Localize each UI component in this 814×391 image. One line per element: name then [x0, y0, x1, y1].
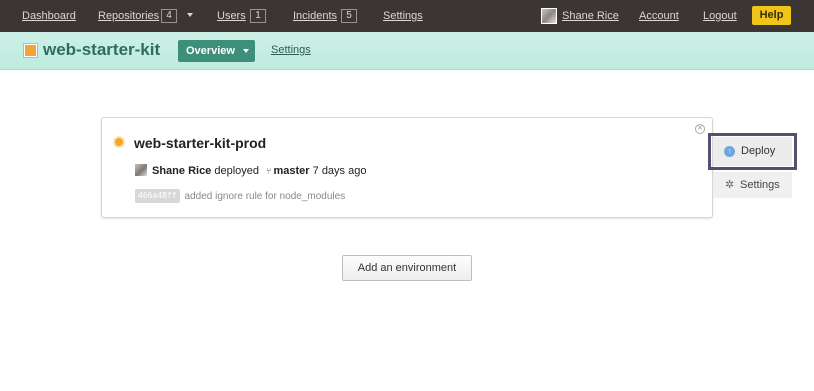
deployer-name: Shane Rice	[152, 165, 212, 177]
close-icon[interactable]: ✕	[695, 124, 705, 134]
nav-repositories-link[interactable]: Repositories	[98, 10, 159, 22]
nav-dashboard-link[interactable]: Dashboard	[22, 10, 76, 22]
deploy-button-label: Deploy	[741, 145, 776, 157]
help-button[interactable]: Help	[752, 6, 791, 25]
user-name-link[interactable]: Shane Rice	[562, 10, 619, 22]
overview-tab-button[interactable]: Overview	[178, 40, 255, 62]
repositories-dropdown-caret-icon[interactable]	[187, 13, 193, 17]
environment-settings-button[interactable]: ✲ Settings	[713, 172, 792, 198]
nav-settings-link[interactable]: Settings	[383, 10, 423, 22]
add-environment-button[interactable]: Add an environment	[342, 255, 472, 281]
deploy-button[interactable]: ↑ Deploy	[713, 137, 792, 166]
environment-status-icon	[115, 138, 123, 146]
deployer-avatar	[135, 164, 147, 176]
overview-tab-label: Overview	[186, 45, 235, 57]
app-header: web-starter-kit Overview Settings	[0, 32, 814, 70]
branch-icon: ⑂	[266, 166, 272, 176]
app-settings-link[interactable]: Settings	[271, 44, 311, 57]
gear-icon: ✲	[725, 179, 735, 191]
commit-sha-badge[interactable]: 466a48ff	[135, 189, 180, 203]
deployed-verb: deployed	[214, 165, 260, 177]
environment-name[interactable]: web-starter-kit-prod	[134, 135, 266, 151]
app-title[interactable]: web-starter-kit	[43, 40, 160, 60]
settings-button-label: Settings	[740, 179, 780, 191]
nav-account-link[interactable]: Account	[639, 10, 679, 22]
incidents-count-badge: 5	[341, 9, 357, 23]
nav-users-link[interactable]: Users	[217, 10, 246, 22]
branch-name: master	[273, 165, 310, 177]
overview-dropdown-caret-icon	[243, 49, 249, 53]
nav-logout-link[interactable]: Logout	[703, 10, 737, 22]
users-count-badge: 1	[250, 9, 266, 23]
commit-message: added ignore rule for node_modules	[184, 191, 346, 202]
commit-info: 466a48ff added ignore rule for node_modul…	[135, 189, 345, 203]
deploy-icon: ↑	[724, 146, 735, 157]
last-deploy-info: Shane Rice deployed ⑂ master 7 days ago	[135, 164, 366, 178]
nav-incidents-link[interactable]: Incidents	[293, 10, 337, 22]
repositories-count-badge: 4	[161, 9, 177, 23]
user-avatar[interactable]	[541, 8, 557, 24]
top-navigation-bar: Dashboard Repositories 4 Users 1 Inciden…	[0, 0, 814, 32]
app-status-icon	[24, 44, 37, 57]
deploy-time-ago: 7 days ago	[312, 165, 367, 177]
environment-card: web-starter-kit-prod ✕ Shane Rice deploy…	[101, 117, 713, 218]
